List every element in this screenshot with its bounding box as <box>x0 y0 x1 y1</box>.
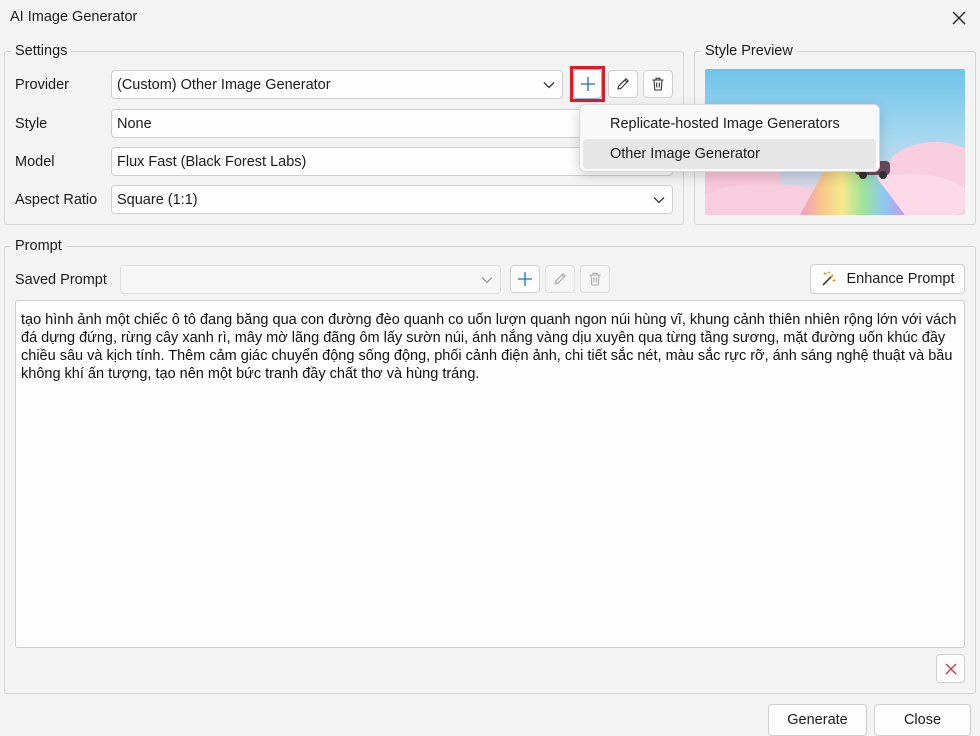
pencil-icon <box>617 78 629 90</box>
style-label: Style <box>15 116 48 132</box>
magic-wand-icon <box>822 271 836 286</box>
aspect-ratio-select[interactable]: Square (1:1) <box>111 185 673 214</box>
provider-value: (Custom) Other Image Generator <box>117 76 331 93</box>
aspect-ratio-value: Square (1:1) <box>117 191 198 208</box>
delete-saved-prompt-button[interactable] <box>580 265 610 293</box>
trash-icon <box>589 272 601 286</box>
pencil-icon <box>554 273 566 285</box>
window-title: AI Image Generator <box>10 9 138 25</box>
saved-prompt-label: Saved Prompt <box>15 272 107 288</box>
menu-item-other-image-generator[interactable]: Other Image Generator <box>583 139 876 169</box>
trash-icon <box>652 77 664 91</box>
add-provider-button[interactable] <box>573 69 602 99</box>
edit-saved-prompt-button[interactable] <box>545 265 575 293</box>
prompt-textarea[interactable]: tạo hình ảnh một chiếc ô tô đang băng qu… <box>15 300 965 648</box>
prompt-legend: Prompt <box>15 238 62 254</box>
settings-legend: Settings <box>15 43 68 59</box>
clear-x-icon <box>945 663 956 674</box>
close-button[interactable]: Close <box>874 704 971 736</box>
aspect-ratio-label: Aspect Ratio <box>15 192 98 208</box>
provider-select[interactable]: (Custom) Other Image Generator <box>111 70 563 99</box>
delete-provider-button[interactable] <box>643 70 673 98</box>
clear-prompt-button[interactable] <box>936 654 965 683</box>
add-provider-menu: Replicate-hosted Image Generators Other … <box>579 104 880 172</box>
add-saved-prompt-button[interactable] <box>510 265 540 293</box>
model-value: Flux Fast (Black Forest Labs) <box>117 153 307 170</box>
plus-icon <box>518 272 532 286</box>
title-bar: AI Image Generator <box>0 0 980 36</box>
model-label: Model <box>15 154 55 170</box>
plus-icon <box>580 77 595 91</box>
menu-item-replicate[interactable]: Replicate-hosted Image Generators <box>583 109 876 139</box>
style-preview-legend: Style Preview <box>705 43 793 59</box>
provider-label: Provider <box>15 77 69 93</box>
enhance-prompt-label: Enhance Prompt <box>846 271 955 287</box>
chevron-down-icon <box>480 273 494 287</box>
close-icon <box>952 11 966 25</box>
edit-provider-button[interactable] <box>608 70 638 98</box>
chevron-down-icon <box>652 193 666 207</box>
chevron-down-icon <box>542 78 556 92</box>
generate-button[interactable]: Generate <box>768 704 867 736</box>
window-close-button[interactable] <box>942 2 976 34</box>
style-value: None <box>117 115 152 132</box>
saved-prompt-select[interactable] <box>120 265 501 294</box>
enhance-prompt-button[interactable]: Enhance Prompt <box>810 264 965 294</box>
